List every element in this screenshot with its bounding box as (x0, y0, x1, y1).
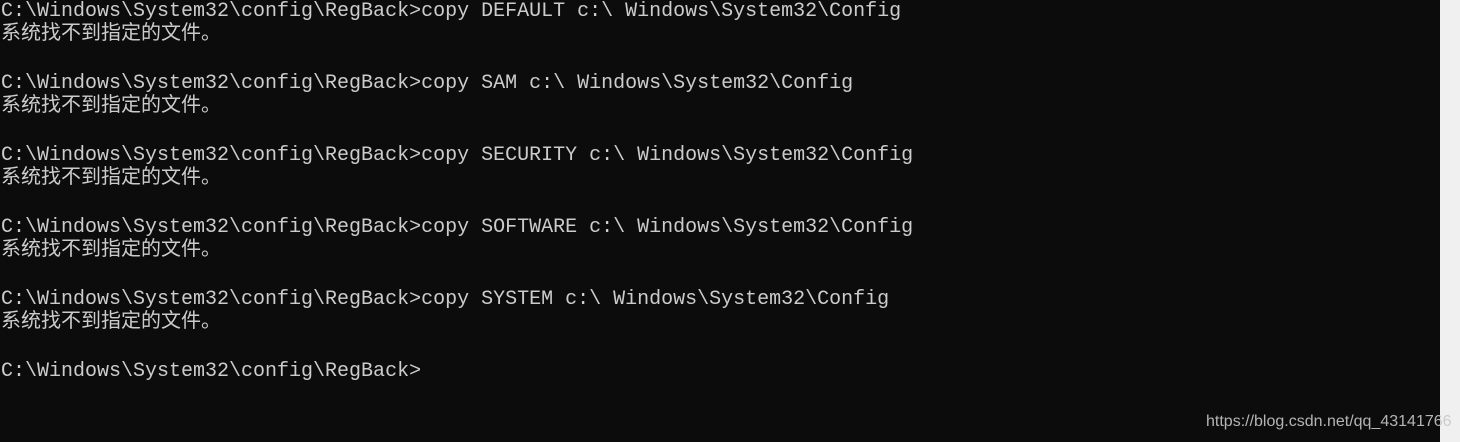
command-prompt-input-line[interactable]: C:\Windows\System32\config\RegBack> (1, 360, 1437, 384)
command-line-copy-system: C:\Windows\System32\config\RegBack>copy … (1, 288, 890, 311)
command-line-copy-default: C:\Windows\System32\config\RegBack>copy … (1, 0, 902, 23)
command-line-copy-sam: C:\Windows\System32\config\RegBack>copy … (1, 72, 854, 95)
command-line-copy-security: C:\Windows\System32\config\RegBack>copy … (1, 144, 914, 167)
command-prompt-window[interactable]: C:\Windows\System32\config\RegBack>copy … (0, 0, 1440, 442)
error-message: 系统找不到指定的文件。 (1, 95, 221, 118)
error-message: 系统找不到指定的文件。 (1, 311, 221, 334)
error-message: 系统找不到指定的文件。 (1, 167, 221, 190)
watermark-url: https://blog.csdn.net/qq_43141766 (1206, 413, 1452, 430)
console-output: C:\Windows\System32\config\RegBack>copy … (1, 0, 1437, 384)
command-line-copy-software: C:\Windows\System32\config\RegBack>copy … (1, 216, 914, 239)
vertical-scrollbar[interactable] (1440, 0, 1460, 442)
error-message: 系统找不到指定的文件。 (1, 239, 221, 262)
error-message: 系统找不到指定的文件。 (1, 23, 221, 46)
